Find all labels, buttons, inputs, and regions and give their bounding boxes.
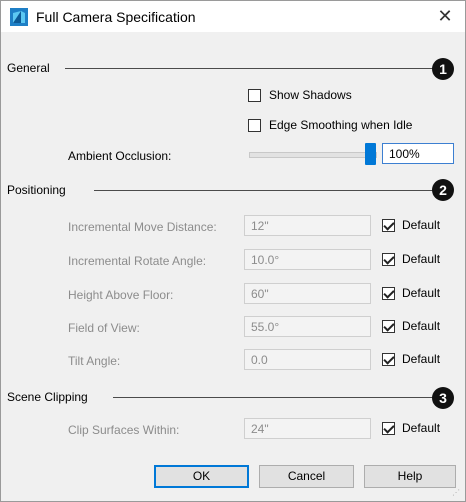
tilt-angle-default-label: Default xyxy=(402,352,441,366)
close-icon[interactable]: ✕ xyxy=(431,3,459,29)
field-of-view-default-checkbox[interactable] xyxy=(382,320,395,333)
clip-surfaces-field[interactable]: 24" xyxy=(244,418,371,439)
tilt-angle-label: Tilt Angle: xyxy=(68,354,121,368)
general-divider xyxy=(65,68,437,69)
move-distance-default-checkbox[interactable] xyxy=(382,219,395,232)
clip-surfaces-default-checkbox[interactable] xyxy=(382,422,395,435)
callout-badge-3: 3 xyxy=(432,387,454,409)
field-of-view-label: Field of View: xyxy=(68,321,140,335)
positioning-group-label: Positioning xyxy=(7,183,70,197)
ambient-occlusion-label: Ambient Occlusion: xyxy=(68,149,172,163)
resize-grip-icon[interactable]: ⋰ xyxy=(452,488,462,498)
field-of-view-field[interactable]: 55.0° xyxy=(244,316,371,337)
move-distance-label: Incremental Move Distance: xyxy=(68,220,217,234)
camera-spec-dialog: Full Camera Specification ✕ General 1 Sh… xyxy=(0,0,466,502)
rotate-angle-label: Incremental Rotate Angle: xyxy=(68,254,207,268)
edge-smoothing-label: Edge Smoothing when Idle xyxy=(269,118,413,132)
height-above-floor-default-checkbox[interactable] xyxy=(382,287,395,300)
rotate-angle-field[interactable]: 10.0° xyxy=(244,249,371,270)
show-shadows-checkbox[interactable] xyxy=(248,89,261,102)
ambient-occlusion-slider-thumb[interactable] xyxy=(365,143,376,165)
help-button[interactable]: Help xyxy=(364,465,456,488)
height-above-floor-default-label: Default xyxy=(402,286,441,300)
ambient-occlusion-slider-track[interactable] xyxy=(249,152,377,158)
cancel-button[interactable]: Cancel xyxy=(259,465,354,488)
ok-button[interactable]: OK xyxy=(154,465,249,488)
tilt-angle-default-checkbox[interactable] xyxy=(382,353,395,366)
edge-smoothing-checkbox[interactable] xyxy=(248,119,261,132)
height-above-floor-field[interactable]: 60" xyxy=(244,283,371,304)
scene-clipping-group-label: Scene Clipping xyxy=(7,390,92,404)
rotate-angle-default-checkbox[interactable] xyxy=(382,253,395,266)
move-distance-field[interactable]: 12" xyxy=(244,215,371,236)
move-distance-default-label: Default xyxy=(402,218,441,232)
general-group-label: General xyxy=(7,61,54,75)
callout-badge-2: 2 xyxy=(432,179,454,201)
show-shadows-label: Show Shadows xyxy=(269,88,352,102)
clip-surfaces-label: Clip Surfaces Within: xyxy=(68,423,180,437)
ambient-occlusion-field[interactable]: 100% xyxy=(382,143,454,164)
tilt-angle-field[interactable]: 0.0 xyxy=(244,349,371,370)
clip-surfaces-default-label: Default xyxy=(402,421,441,435)
title-bar: Full Camera Specification ✕ xyxy=(1,1,465,32)
callout-badge-1: 1 xyxy=(432,58,454,80)
app-icon xyxy=(10,8,28,26)
field-of-view-default-label: Default xyxy=(402,319,441,333)
scene-clipping-divider xyxy=(113,397,438,398)
positioning-divider xyxy=(94,190,438,191)
height-above-floor-label: Height Above Floor: xyxy=(68,288,174,302)
rotate-angle-default-label: Default xyxy=(402,252,441,266)
window-title: Full Camera Specification xyxy=(36,9,196,25)
